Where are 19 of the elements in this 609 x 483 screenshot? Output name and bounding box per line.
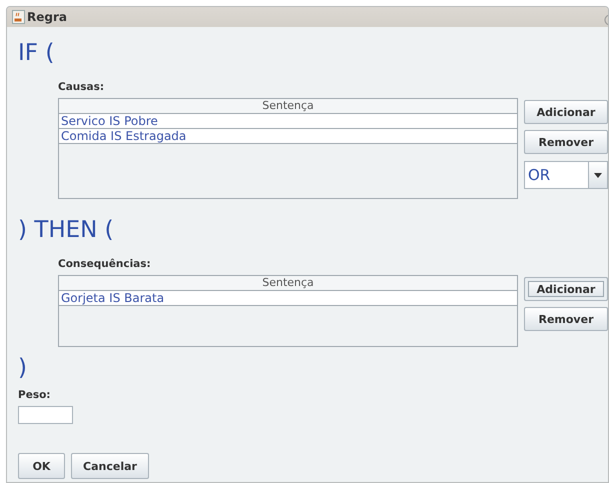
field-label: Peso: [18,388,50,402]
field-label: Consequências: [58,257,151,271]
table-cell: Gorjeta IS Barata [59,291,517,306]
ok-button[interactable]: OK [18,453,65,479]
remove-button[interactable]: Remover [524,307,608,331]
table-cell: Servico IS Pobre [59,114,517,129]
table-cell: Comida IS Estragada [59,129,517,144]
add-button[interactable]: Adicionar [524,277,608,301]
operator-dropdown[interactable]: OR [524,161,608,189]
field-label: Causas: [58,80,104,94]
remove-button[interactable]: Remover [524,130,608,154]
section-heading: IF ( [18,39,56,68]
window-title: Regra [27,10,67,24]
closing-parenthesis: ) [18,354,28,383]
cancel-button[interactable]: Cancelar [71,453,149,479]
section-heading: ) THEN ( [18,216,115,245]
column-header: Sentença [59,99,517,114]
add-button[interactable]: Adicionar [524,100,608,124]
column-header: Sentença [59,276,517,291]
